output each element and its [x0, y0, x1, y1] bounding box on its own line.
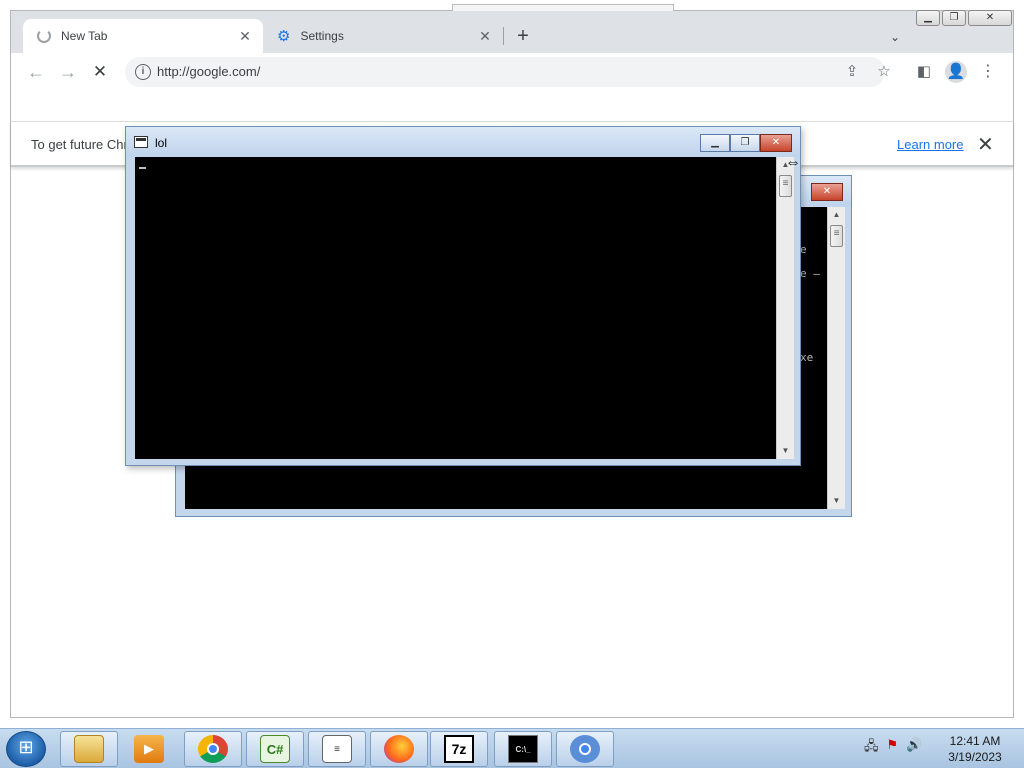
- chromium-icon: [570, 735, 600, 763]
- console-controls: ✕: [811, 183, 843, 201]
- scroll-down-icon[interactable]: ▼: [777, 443, 794, 459]
- firefox-icon: [384, 735, 414, 763]
- console-line: xe: [800, 351, 814, 364]
- back-arrow-icon[interactable]: ←: [23, 59, 49, 85]
- console-controls: ▁ ❐ ✕: [700, 134, 792, 152]
- taskbar-media-player[interactable]: ▶: [120, 731, 178, 767]
- console-output[interactable]: [135, 157, 776, 459]
- text-cursor: [139, 167, 146, 169]
- infobar-message: To get future Chr: [31, 137, 128, 152]
- tab-search-chevron-icon[interactable]: ⌄: [885, 27, 905, 47]
- media-player-icon: ▶: [134, 735, 164, 763]
- taskbar-chromium[interactable]: [556, 731, 614, 767]
- taskbar: ▶ C# ≡ 7z C:\_ 🖧 ⚑ 🔊 12:41 AM 3/19/2023: [0, 728, 1024, 768]
- console-caption: lol ▁ ❐ ✕: [126, 127, 800, 157]
- start-button[interactable]: [6, 731, 46, 767]
- tab-strip: New Tab ✕ ⚙ Settings ✕ + ⌄: [11, 11, 1013, 53]
- 7zip-icon: 7z: [444, 735, 474, 763]
- clock[interactable]: 12:41 AM 3/19/2023: [940, 733, 1010, 765]
- profile-avatar-icon[interactable]: 👤: [945, 61, 967, 83]
- kebab-menu-icon[interactable]: ⋮: [977, 61, 999, 83]
- address-bar[interactable]: i http://google.com/: [125, 57, 885, 87]
- system-tray: 🖧 ⚑ 🔊: [864, 737, 922, 759]
- clock-date: 3/19/2023: [948, 750, 1002, 764]
- console-app-icon: [134, 136, 148, 148]
- scroll-thumb[interactable]: [779, 175, 792, 197]
- gear-icon: ⚙: [277, 28, 291, 45]
- vertical-scrollbar[interactable]: ▲ ▼: [776, 157, 794, 459]
- loading-spinner-icon: [37, 29, 51, 43]
- taskbar-csharp-ide[interactable]: C#: [246, 731, 304, 767]
- tab-title: Settings: [300, 29, 344, 43]
- scroll-down-icon[interactable]: ▼: [828, 493, 845, 509]
- taskbar-chrome[interactable]: [184, 731, 242, 767]
- notepad-app-icon: ≡: [322, 735, 352, 763]
- tab-new-tab[interactable]: New Tab ✕: [23, 19, 263, 53]
- background-window-edge: [452, 4, 674, 11]
- minimize-button[interactable]: ▁: [916, 10, 940, 26]
- windows-explorer-icon: [74, 735, 104, 763]
- network-icon[interactable]: 🖧: [864, 737, 879, 759]
- console-close-button[interactable]: ✕: [760, 134, 792, 152]
- csharp-ide-icon: C#: [260, 735, 290, 763]
- close-tab-icon[interactable]: ✕: [237, 28, 253, 44]
- close-tab-icon[interactable]: ✕: [477, 28, 493, 44]
- outer-window-controls: ▁ ❐ ✕: [916, 10, 1012, 26]
- taskbar-explorer[interactable]: [60, 731, 118, 767]
- site-info-icon[interactable]: i: [135, 64, 151, 80]
- clock-time: 12:41 AM: [949, 734, 1001, 748]
- volume-icon[interactable]: 🔊: [906, 737, 922, 759]
- bookmark-star-icon[interactable]: ☆: [873, 61, 895, 83]
- command-prompt-icon: C:\_: [508, 735, 538, 763]
- tab-separator: [503, 27, 504, 45]
- tab-title: New Tab: [61, 29, 108, 43]
- taskbar-firefox[interactable]: [370, 731, 428, 767]
- tab-settings[interactable]: ⚙ Settings ✕: [263, 19, 503, 53]
- new-tab-button[interactable]: +: [511, 25, 535, 49]
- browser-toolbar: ← → ✕ i http://google.com/ ⇪ ☆ ◧ 👤 ⋮: [11, 53, 1013, 91]
- chrome-icon: [198, 735, 228, 763]
- console-maximize-button[interactable]: ❐: [730, 134, 760, 152]
- taskbar-notepad[interactable]: ≡: [308, 731, 366, 767]
- console-minimize-button[interactable]: ▁: [700, 134, 730, 152]
- taskbar-7zip[interactable]: 7z: [430, 731, 488, 767]
- share-icon[interactable]: ⇪: [841, 61, 863, 83]
- infobar-close-icon[interactable]: ✕: [977, 132, 994, 157]
- console-line: e —: [800, 267, 820, 280]
- side-panel-icon[interactable]: ◧: [913, 61, 935, 83]
- maximize-button[interactable]: ❐: [942, 10, 966, 26]
- scroll-up-icon[interactable]: ▲: [828, 207, 845, 223]
- close-button[interactable]: ✕: [968, 10, 1012, 26]
- scroll-thumb[interactable]: [830, 225, 843, 247]
- taskbar-command-prompt[interactable]: C:\_: [494, 731, 552, 767]
- console-close-button[interactable]: ✕: [811, 183, 843, 201]
- vertical-scrollbar[interactable]: ▲ ▼: [827, 207, 845, 509]
- resize-cursor-icon: ⇔: [785, 154, 801, 171]
- action-center-flag-icon[interactable]: ⚑: [887, 737, 899, 759]
- forward-arrow-icon[interactable]: →: [55, 59, 81, 85]
- console-title: lol: [155, 136, 168, 150]
- console-window-front[interactable]: lol ▁ ❐ ✕ ▲ ▼: [125, 126, 801, 466]
- stop-loading-icon[interactable]: ✕: [87, 59, 113, 85]
- learn-more-link[interactable]: Learn more: [897, 137, 963, 152]
- url-text[interactable]: http://google.com/: [157, 64, 260, 79]
